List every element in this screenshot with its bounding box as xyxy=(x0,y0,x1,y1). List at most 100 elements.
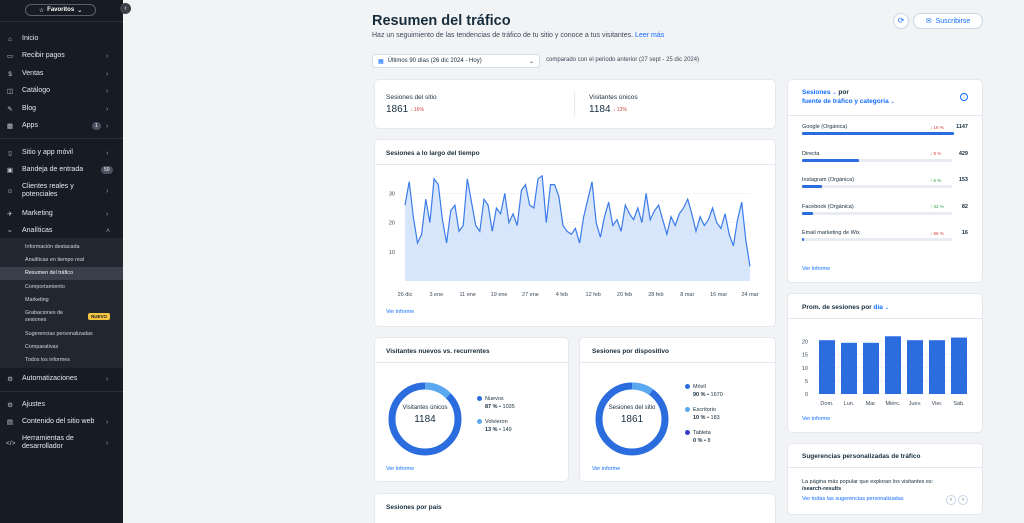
sessions-value: 1861 xyxy=(386,104,409,115)
chevron-right-icon: › xyxy=(106,375,109,383)
submenu-item[interactable]: Sugerencias personalizadas xyxy=(25,331,93,338)
submenu-item[interactable]: Grabaciones de sesiones xyxy=(25,310,80,323)
source-delta-value: 86 % xyxy=(933,230,944,236)
y-tick-label: 10 xyxy=(802,366,808,372)
chevron-right-icon: › xyxy=(106,70,109,78)
visitors-delta-value: 13% xyxy=(616,107,627,113)
view-report-link[interactable]: Ver informe xyxy=(386,309,414,315)
sources-metric-select[interactable]: Sesiones xyxy=(802,89,831,96)
donut-center: Visitantes únicos 1184 xyxy=(385,405,465,425)
sidebar-item-ajustes[interactable]: ⚙ Ajustes xyxy=(0,397,123,413)
y-tick-label: 15 xyxy=(802,353,808,359)
source-delta-value: 18 % xyxy=(933,124,944,130)
chevron-right-icon: › xyxy=(106,439,109,447)
country-card: Sesiones por país xyxy=(375,494,775,523)
page-subtitle: Haz un seguimiento de las tendencias de … xyxy=(372,32,664,39)
sidebar-item-recibir-pagos[interactable]: ▭ Recibir pagos › xyxy=(0,48,123,64)
source-value: 153 xyxy=(958,177,968,183)
sidebar-item-marketing[interactable]: ✈ Marketing › xyxy=(0,206,123,222)
sessions-over-time-card: Sesiones a lo largo del tiempo 10 20 30 26 … xyxy=(375,140,775,326)
source-name: Instagram (Orgánica) xyxy=(802,177,854,183)
sidebar-item-herramientas[interactable]: </> Herramientas de desarrollador › xyxy=(0,432,123,454)
avg-sessions-card: Prom. de sesiones por día ⌄ 0 5 10 15 20 Dom.… xyxy=(788,294,982,432)
sidebar-item-label: Analíticas xyxy=(22,227,53,234)
submenu-item[interactable]: Marketing xyxy=(25,297,49,304)
star-icon: ☆ xyxy=(38,7,45,14)
sidebar-item-blog[interactable]: ✎ Blog › xyxy=(0,101,123,117)
prev-button[interactable]: ‹ xyxy=(946,495,956,505)
source-name: Google (Orgánica) xyxy=(802,124,848,130)
subscribe-button[interactable]: ✉ Suscribirse xyxy=(913,13,983,29)
submenu-item[interactable]: Comparativas xyxy=(25,344,58,351)
subscribe-label: Suscribirse xyxy=(935,17,971,25)
sidebar-item-ventas[interactable]: $ Ventas › xyxy=(0,66,123,82)
card-title: Sesiones por país xyxy=(386,504,442,511)
next-button[interactable]: › xyxy=(958,495,968,505)
view-report-link[interactable]: Ver informe xyxy=(802,416,830,422)
submenu-item[interactable]: Todos los informes xyxy=(25,357,70,364)
submenu-item[interactable]: Información destacada xyxy=(25,244,80,251)
view-report-link[interactable]: Ver informe xyxy=(592,466,620,472)
source-value: 82 xyxy=(961,203,968,210)
source-bar-fill xyxy=(802,185,823,188)
sidebar-item-catalogo[interactable]: ◫ Catálogo › xyxy=(0,83,123,99)
learn-more-link[interactable]: Leer más xyxy=(635,32,664,39)
main-content: Resumen del tráfico Haz un seguimiento d… xyxy=(123,0,1024,523)
y-tick-label: 20 xyxy=(802,340,808,346)
arrow-down-icon: ↓ xyxy=(613,107,616,113)
bar xyxy=(863,342,879,394)
submenu-item-active[interactable]: Resumen del tráfico xyxy=(25,270,73,277)
new-badge: NUEVO xyxy=(88,313,111,320)
sidebar-item-inicio[interactable]: ⌂ Inicio xyxy=(0,31,123,47)
sidebar-item-apps[interactable]: ▦ Apps 1 › xyxy=(0,118,123,134)
suggestion-sentence: La página más popular que exploran los v… xyxy=(802,479,934,485)
view-report-link[interactable]: Ver informe xyxy=(802,266,830,272)
sources-dimension-select[interactable]: fuente de tráfico y categoría ⌄ xyxy=(802,98,895,105)
sidebar-item-label: Herramientas de desarrollador xyxy=(22,435,74,450)
bar xyxy=(819,340,835,394)
payments-icon: ▭ xyxy=(6,53,14,60)
favorites-dropdown[interactable]: ☆ Favoritos ⌄ xyxy=(25,4,96,16)
legend-item: Volvieron 13 % • 149 xyxy=(477,418,512,434)
x-tick-label: 19 ene xyxy=(491,292,508,298)
sidebar-item-clientes[interactable]: ☺ Clientes reales y potenciales › xyxy=(0,180,123,202)
marketing-icon: ✈ xyxy=(7,211,13,218)
donut-center: Sesiones del sitio 1861 xyxy=(592,405,672,425)
sidebar-item-label: Sitio y app móvil xyxy=(22,149,73,156)
bar xyxy=(929,340,945,394)
download-icon[interactable]: ↓ xyxy=(960,93,968,101)
catalog-icon: ◫ xyxy=(6,88,14,95)
inbox-icon: ▣ xyxy=(6,167,14,174)
source-value: 429 xyxy=(958,150,968,157)
refresh-button[interactable]: ⟳ xyxy=(893,13,909,29)
arrow-up-icon: ↑ xyxy=(930,204,933,209)
chevron-right-icon: › xyxy=(962,497,964,503)
collapse-sidebar-button[interactable]: ‹ xyxy=(120,3,131,14)
sidebar-item-contenido[interactable]: ▤ Contenido del sitio web › xyxy=(0,414,123,430)
x-tick-label: Juev. xyxy=(909,401,922,407)
sidebar-item-label: Ajustes xyxy=(22,401,45,408)
sidebar-item-automatizaciones[interactable]: ⚙ Automatizaciones › xyxy=(0,371,123,387)
legend-dot xyxy=(685,430,690,436)
divider xyxy=(574,92,575,116)
visitors-label: Visitantes únicos xyxy=(589,94,638,101)
view-report-link[interactable]: Ver informe xyxy=(386,466,414,472)
new-returning-card: Visitantes nuevos vs. recurrentes Visita… xyxy=(375,338,568,481)
sources-card: Sesiones ⌄ por fuente de tráfico y categ… xyxy=(788,80,982,282)
chevron-right-icon: › xyxy=(106,210,109,218)
x-tick-label: Mar. xyxy=(866,401,877,407)
sidebar-item-analiticas[interactable]: ⌁ Analíticas ˄ xyxy=(0,223,123,239)
legend-pct: 13 % xyxy=(485,427,498,433)
submenu-item[interactable]: Analíticas en tiempo real xyxy=(25,257,84,264)
submenu-item[interactable]: Comportamiento xyxy=(25,284,65,291)
sidebar-item-sitio-app[interactable]: ▯ Sitio y app móvil › xyxy=(0,145,123,161)
sessions-label: Sesiones del sitio xyxy=(386,94,437,101)
divider xyxy=(580,362,775,363)
view-all-suggestions-link[interactable]: Ver todas las sugerencias personalizadas xyxy=(802,496,904,502)
visitors-delta: ↓ 13% xyxy=(613,107,627,113)
date-range-select[interactable]: ▦ Últimos 90 días (26 dic 2024 - Hoy) ⌄ xyxy=(372,54,540,68)
page-title: Resumen del tráfico xyxy=(372,13,511,29)
source-delta: ↑ 6 % xyxy=(930,178,941,183)
sidebar-item-bandeja[interactable]: ▣ Bandeja de entrada 50 xyxy=(0,162,123,178)
suggestion-text: La página más popular que exploran los v… xyxy=(802,479,962,493)
